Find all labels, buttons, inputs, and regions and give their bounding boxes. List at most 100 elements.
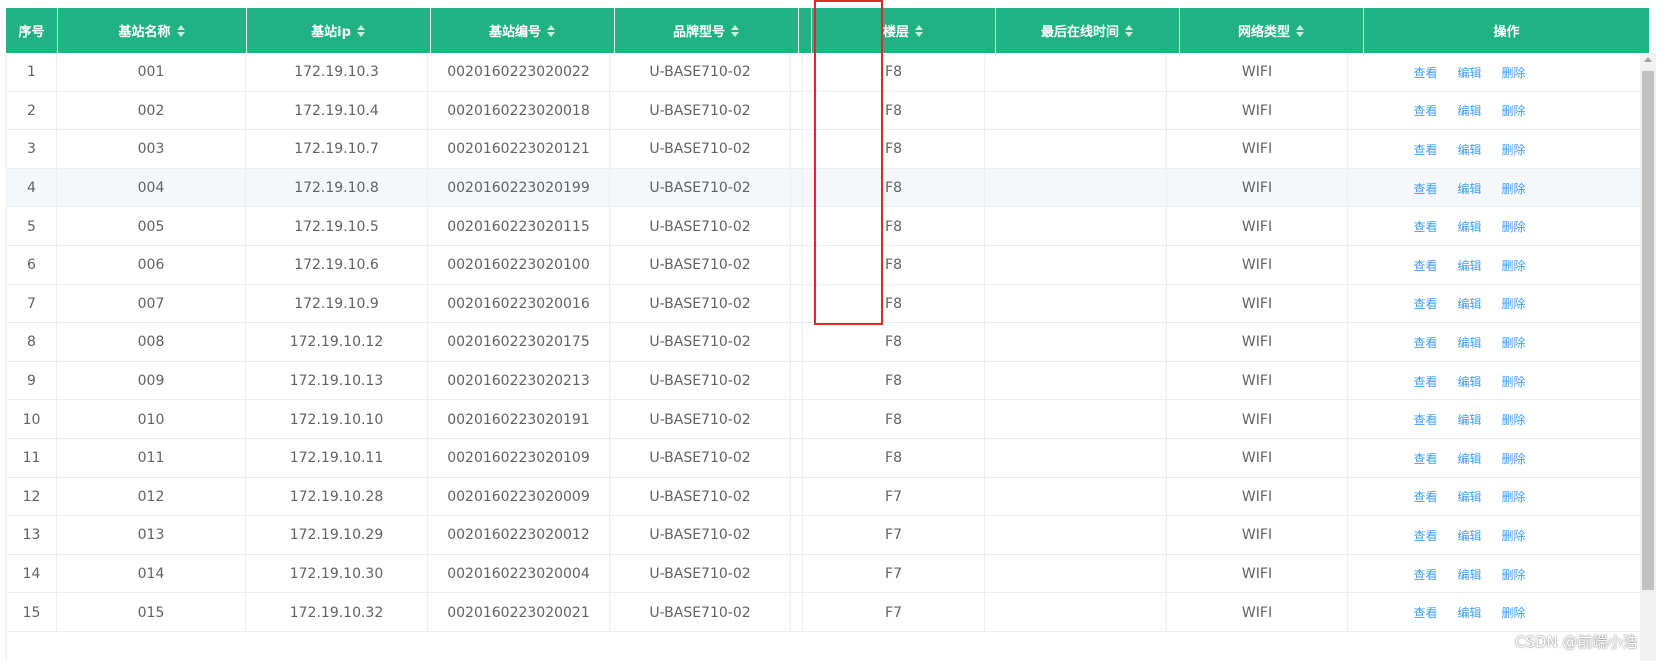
delete-link[interactable]: 删除 <box>1502 527 1526 544</box>
edit-link[interactable]: 编辑 <box>1457 488 1481 505</box>
view-link[interactable]: 查看 <box>1413 102 1437 119</box>
view-link[interactable]: 查看 <box>1413 411 1437 428</box>
table-row[interactable]: 15 015 172.19.10.32 0020160223020021 U-BASE7… <box>7 593 1641 632</box>
delete-link[interactable]: 删除 <box>1502 411 1526 428</box>
edit-link[interactable]: 编辑 <box>1457 566 1481 583</box>
edit-link[interactable]: 编辑 <box>1457 102 1481 119</box>
table-row[interactable]: 12 012 172.19.10.28 0020160223020009 U-BASE7… <box>7 477 1641 517</box>
edit-link[interactable]: 编辑 <box>1457 64 1481 81</box>
sort-caret-icon[interactable] <box>915 24 924 38</box>
column-header-station-code[interactable]: 基站编号 <box>431 8 615 53</box>
cell-last-online <box>985 130 1167 169</box>
edit-link[interactable]: 编辑 <box>1457 218 1481 235</box>
sort-caret-icon[interactable] <box>1296 24 1305 38</box>
delete-link[interactable]: 删除 <box>1502 488 1526 505</box>
delete-link[interactable]: 删除 <box>1502 295 1526 312</box>
cell-brand-model: U-BASE710-02 <box>610 91 791 131</box>
edit-link[interactable]: 编辑 <box>1457 411 1481 428</box>
cell-blank <box>791 207 803 246</box>
sort-caret-icon[interactable] <box>1125 24 1134 38</box>
cell-brand-model: U-BASE710-02 <box>610 323 791 362</box>
delete-link[interactable]: 删除 <box>1502 373 1526 390</box>
view-link[interactable]: 查看 <box>1413 257 1437 274</box>
cell-actions: 查看 编辑 删除 <box>1348 439 1591 478</box>
delete-link[interactable]: 删除 <box>1502 102 1526 119</box>
annotation-highlight-box <box>814 0 883 325</box>
sort-caret-icon[interactable] <box>547 24 556 38</box>
cell-floor: F8 <box>803 439 985 478</box>
edit-link[interactable]: 编辑 <box>1457 373 1481 390</box>
cell-blank <box>791 53 803 92</box>
cell-last-online <box>985 53 1167 92</box>
delete-link[interactable]: 删除 <box>1502 450 1526 467</box>
cell-station-ip: 172.19.10.13 <box>246 361 428 401</box>
cell-floor: F8 <box>803 323 985 362</box>
view-link[interactable]: 查看 <box>1413 527 1437 544</box>
cell-station-code: 0020160223020022 <box>428 53 610 92</box>
cell-station-ip: 172.19.10.29 <box>246 516 428 555</box>
cell-actions: 查看 编辑 删除 <box>1348 53 1591 92</box>
table-row[interactable]: 10 010 172.19.10.10 0020160223020191 U-BASE7… <box>7 400 1641 439</box>
table-row[interactable]: 9 009 172.19.10.13 0020160223020213 U-BASE71… <box>7 361 1641 401</box>
view-link[interactable]: 查看 <box>1413 373 1437 390</box>
column-header-last-online[interactable]: 最后在线时间 <box>996 8 1180 53</box>
edit-link[interactable]: 编辑 <box>1457 295 1481 312</box>
delete-link[interactable]: 删除 <box>1502 257 1526 274</box>
cell-brand-model: U-BASE710-02 <box>610 593 791 632</box>
column-header-station-name[interactable]: 基站名称 <box>58 8 247 53</box>
edit-link[interactable]: 编辑 <box>1457 450 1481 467</box>
cell-station-ip: 172.19.10.12 <box>246 323 428 362</box>
edit-link[interactable]: 编辑 <box>1457 141 1481 158</box>
delete-link[interactable]: 删除 <box>1502 64 1526 81</box>
delete-link[interactable]: 删除 <box>1502 218 1526 235</box>
view-link[interactable]: 查看 <box>1413 604 1437 621</box>
cell-actions: 查看 编辑 删除 <box>1348 130 1591 169</box>
delete-link[interactable]: 删除 <box>1502 566 1526 583</box>
edit-link[interactable]: 编辑 <box>1457 604 1481 621</box>
view-link[interactable]: 查看 <box>1413 450 1437 467</box>
cell-index: 1 <box>7 53 57 92</box>
cell-station-name: 011 <box>57 439 246 478</box>
cell-station-name: 008 <box>57 323 246 362</box>
cell-network-type: WIFI <box>1167 477 1348 517</box>
view-link[interactable]: 查看 <box>1413 141 1437 158</box>
delete-link[interactable]: 删除 <box>1502 180 1526 197</box>
cell-index: 10 <box>7 400 57 439</box>
cell-station-code: 0020160223020213 <box>428 361 610 401</box>
table-row[interactable]: 13 013 172.19.10.29 0020160223020012 U-BASE7… <box>7 516 1641 555</box>
cell-actions: 查看 编辑 删除 <box>1348 169 1591 208</box>
edit-link[interactable]: 编辑 <box>1457 334 1481 351</box>
sort-caret-icon[interactable] <box>731 24 740 38</box>
delete-link[interactable]: 删除 <box>1502 334 1526 351</box>
view-link[interactable]: 查看 <box>1413 295 1437 312</box>
view-link[interactable]: 查看 <box>1413 64 1437 81</box>
sort-caret-icon[interactable] <box>356 24 366 38</box>
delete-link[interactable]: 删除 <box>1502 141 1526 158</box>
scroll-up-arrow-icon[interactable] <box>1644 57 1652 62</box>
view-link[interactable]: 查看 <box>1413 566 1437 583</box>
cell-blank <box>791 361 803 401</box>
cell-network-type: WIFI <box>1167 554 1348 594</box>
view-link[interactable]: 查看 <box>1413 180 1437 197</box>
sort-caret-icon[interactable] <box>176 24 186 38</box>
cell-station-code: 0020160223020100 <box>428 246 610 285</box>
table-row[interactable]: 14 014 172.19.10.30 0020160223020004 U-BASE7… <box>7 554 1641 594</box>
table-row[interactable]: 11 011 172.19.10.11 0020160223020109 U-BASE7… <box>7 439 1641 478</box>
view-link[interactable]: 查看 <box>1413 488 1437 505</box>
scrollbar-thumb[interactable] <box>1642 71 1654 590</box>
column-header-network-type[interactable]: 网络类型 <box>1180 8 1364 53</box>
cell-brand-model: U-BASE710-02 <box>610 130 791 169</box>
table-row[interactable]: 8 008 172.19.10.12 0020160223020175 U-BASE71… <box>7 323 1641 362</box>
cell-station-name: 013 <box>57 516 246 555</box>
delete-link[interactable]: 删除 <box>1502 604 1526 621</box>
column-header-station-ip[interactable]: 基站ip <box>247 8 431 53</box>
view-link[interactable]: 查看 <box>1413 218 1437 235</box>
edit-link[interactable]: 编辑 <box>1457 527 1481 544</box>
cell-actions: 查看 编辑 删除 <box>1348 285 1591 324</box>
cell-last-online <box>985 554 1167 594</box>
column-header-brand-model[interactable]: 品牌型号 <box>615 8 799 53</box>
view-link[interactable]: 查看 <box>1413 334 1437 351</box>
edit-link[interactable]: 编辑 <box>1457 257 1481 274</box>
edit-link[interactable]: 编辑 <box>1457 180 1481 197</box>
cell-station-ip: 172.19.10.11 <box>246 439 428 478</box>
